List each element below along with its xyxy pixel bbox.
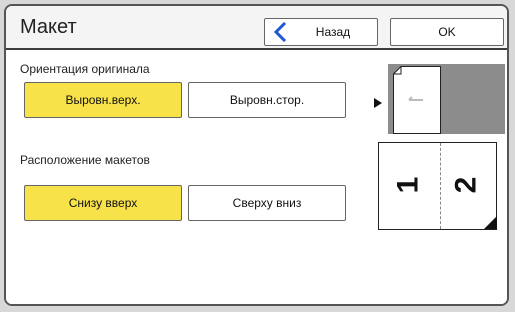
layout-preview-page-2: 2 [449,176,483,194]
page-title: Макет [20,16,77,38]
page-fold-corner-icon [484,216,497,229]
orientation-top-button[interactable]: Выровн.верх. [24,82,182,118]
orientation-side-label: Выровн.стор. [229,93,305,107]
dialog-header: Макет Назад OK [6,6,507,50]
bottom-strip [6,304,507,306]
layout-bottom-up-label: Снизу вверх [68,196,138,210]
document-page-icon [393,66,441,134]
layout-top-down-label: Сверху вниз [232,196,302,210]
back-button[interactable]: Назад [264,18,378,46]
arrow-right-icon [374,98,382,108]
back-button-label: Назад [315,25,351,39]
layout-dialog: Макет Назад OK Ориентация оригинала Выро… [4,4,509,306]
layout-bottom-up-button[interactable]: Снизу вверх [24,185,182,221]
orientation-top-label: Выровн.верх. [65,93,141,107]
layout-preview-divider [440,143,441,229]
orientation-section-label: Ориентация оригинала [20,62,150,76]
ok-button-label: OK [438,25,456,39]
layout-top-down-button[interactable]: Сверху вниз [188,185,346,221]
ok-button[interactable]: OK [390,18,504,46]
chevron-left-icon [273,22,287,42]
layout-preview-page-1: 1 [391,176,425,194]
layout-section-label: Расположение макетов [20,153,150,167]
orientation-side-button[interactable]: Выровн.стор. [188,82,346,118]
